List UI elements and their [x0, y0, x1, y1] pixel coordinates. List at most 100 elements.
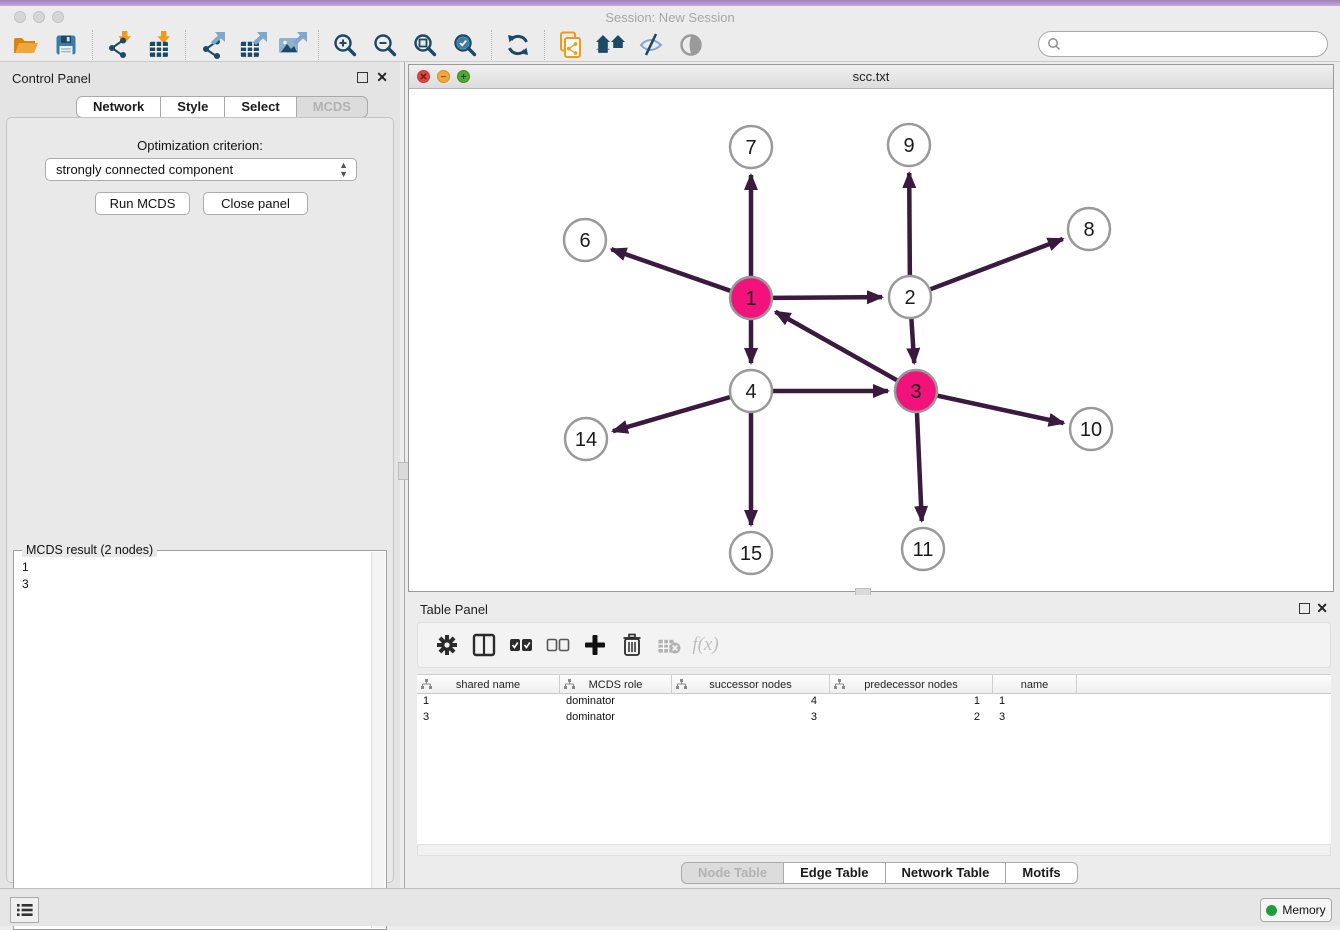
zoom-in-icon[interactable] [325, 30, 365, 60]
tab-edge-table[interactable]: Edge Table [784, 862, 885, 884]
tab-mcds[interactable]: MCDS [297, 96, 368, 118]
import-table-icon[interactable] [139, 30, 179, 60]
table-close-icon[interactable]: ✕ [1316, 599, 1328, 617]
table-cell: 1 [830, 694, 993, 710]
zoom-selected-icon[interactable] [445, 30, 485, 60]
node-label-6: 6 [579, 230, 590, 252]
column-header-shared-name[interactable]: shared name [417, 675, 560, 694]
hide-panel-icon[interactable] [631, 30, 671, 60]
close-panel-icon[interactable]: ✕ [376, 68, 388, 86]
table-panel: Table Panel ✕ f(x) shared name MCDS role [408, 595, 1340, 888]
node-label-14: 14 [575, 429, 597, 451]
search-input[interactable] [1061, 34, 1327, 54]
fx-icon: f(x) [687, 628, 724, 662]
network-window-title: scc.txt [409, 69, 1333, 84]
node-label-2: 2 [904, 287, 915, 309]
edge-2-9[interactable] [909, 173, 910, 275]
network-window-titlebar[interactable]: ✕ − + scc.txt [409, 65, 1333, 89]
close-panel-button[interactable]: Close panel [203, 192, 308, 215]
memory-button[interactable]: Memory [1260, 898, 1332, 922]
edge-3-1[interactable] [775, 312, 896, 380]
optimization-criterion-value: strongly connected component [56, 162, 233, 177]
table-cell: 3 [672, 710, 830, 726]
table-hscrollbar[interactable] [417, 844, 1331, 856]
save-icon[interactable] [46, 30, 86, 60]
edge-1-2[interactable] [773, 297, 882, 298]
float-panel-icon[interactable] [357, 72, 368, 83]
edge-3-10[interactable] [937, 396, 1063, 423]
tab-select[interactable]: Select [225, 96, 296, 118]
network-canvas[interactable]: 7968124314101511 [409, 89, 1333, 591]
column-header-name[interactable]: name [993, 675, 1077, 694]
mcds-result-box: MCDS result (2 nodes) 1 3 [13, 550, 387, 930]
toolbar-separator [491, 30, 492, 60]
network-view-window: ✕ − + scc.txt 7968124314101511 [408, 64, 1334, 592]
toolbar-separator [92, 30, 93, 60]
open-folder-icon[interactable] [6, 30, 46, 60]
application-window: Session: New Session [0, 0, 1340, 926]
status-bar: Memory [0, 888, 1340, 926]
columns-icon[interactable] [465, 628, 502, 662]
node-label-3: 3 [910, 381, 921, 403]
table-body: 1dominator4113dominator323 [417, 694, 1331, 726]
task-list-icon [17, 903, 33, 917]
memory-label: Memory [1282, 903, 1325, 917]
clone-network-icon[interactable] [551, 30, 591, 60]
table-cell: 4 [672, 694, 830, 710]
edge-2-3[interactable] [911, 319, 914, 363]
tab-motifs[interactable]: Motifs [1006, 862, 1077, 884]
table-cell: 2 [830, 710, 993, 726]
table-panel-title: Table Panel [420, 602, 488, 617]
export-image-icon[interactable] [272, 30, 312, 60]
export-table-icon[interactable] [232, 30, 272, 60]
gear-icon[interactable] [428, 628, 465, 662]
select-all-icon[interactable] [502, 628, 539, 662]
unselect-all-icon[interactable] [539, 628, 576, 662]
delete-table-icon [650, 628, 687, 662]
toolbar-separator [318, 30, 319, 60]
table-float-icon[interactable] [1299, 603, 1310, 614]
run-mcds-button[interactable]: Run MCDS [95, 192, 190, 215]
edge-4-14[interactable] [613, 397, 730, 431]
column-header-predecessor-nodes[interactable]: predecessor nodes [830, 675, 993, 694]
node-label-9: 9 [903, 135, 914, 157]
delete-icon[interactable] [613, 628, 650, 662]
table-row[interactable]: 1dominator411 [417, 694, 1331, 710]
zoom-out-icon[interactable] [365, 30, 405, 60]
memory-status-icon [1266, 905, 1277, 916]
edge-2-8[interactable] [931, 239, 1063, 289]
table-toolbar: f(x) [417, 622, 1331, 668]
column-header-MCDS-role[interactable]: MCDS role [560, 675, 672, 694]
optimization-criterion-select[interactable]: strongly connected component ▲▼ [45, 158, 357, 181]
edge-3-11[interactable] [917, 413, 922, 521]
control-panel-title: Control Panel [12, 71, 91, 86]
column-header-successor-nodes[interactable]: successor nodes [672, 675, 830, 694]
control-panel-tabs: NetworkStyleSelectMCDS [76, 96, 368, 118]
node-table: shared name MCDS role successor nodes pr… [417, 674, 1331, 844]
refresh-layout-icon[interactable] [498, 30, 538, 60]
network-graph[interactable]: 7968124314101511 [409, 89, 1333, 592]
tab-style[interactable]: Style [161, 96, 225, 118]
table-cell: dominator [560, 710, 672, 726]
edge-1-6[interactable] [611, 249, 730, 291]
add-icon[interactable] [576, 628, 613, 662]
search-box[interactable] [1038, 31, 1328, 57]
eye-icon[interactable] [671, 30, 711, 60]
tab-node-table[interactable]: Node Table [681, 862, 784, 884]
app-titlebar: Session: New Session [0, 6, 1340, 28]
control-panel-header: Control Panel ✕ [0, 62, 400, 94]
export-network-icon[interactable] [192, 30, 232, 60]
table-row[interactable]: 3dominator323 [417, 710, 1331, 726]
main-toolbar [0, 28, 1340, 62]
toolbar-separator [185, 30, 186, 60]
result-scrollbar[interactable] [371, 552, 385, 928]
task-history-button[interactable] [10, 897, 39, 923]
mcds-tab-content: Optimization criterion: strongly connect… [6, 117, 394, 883]
tab-network-table[interactable]: Network Table [886, 862, 1007, 884]
home-icon[interactable] [591, 30, 631, 60]
table-cell: 3 [993, 710, 1077, 726]
optimization-criterion-label: Optimization criterion: [7, 138, 393, 153]
zoom-fit-icon[interactable] [405, 30, 445, 60]
tab-network[interactable]: Network [76, 96, 161, 118]
import-network-icon[interactable] [99, 30, 139, 60]
